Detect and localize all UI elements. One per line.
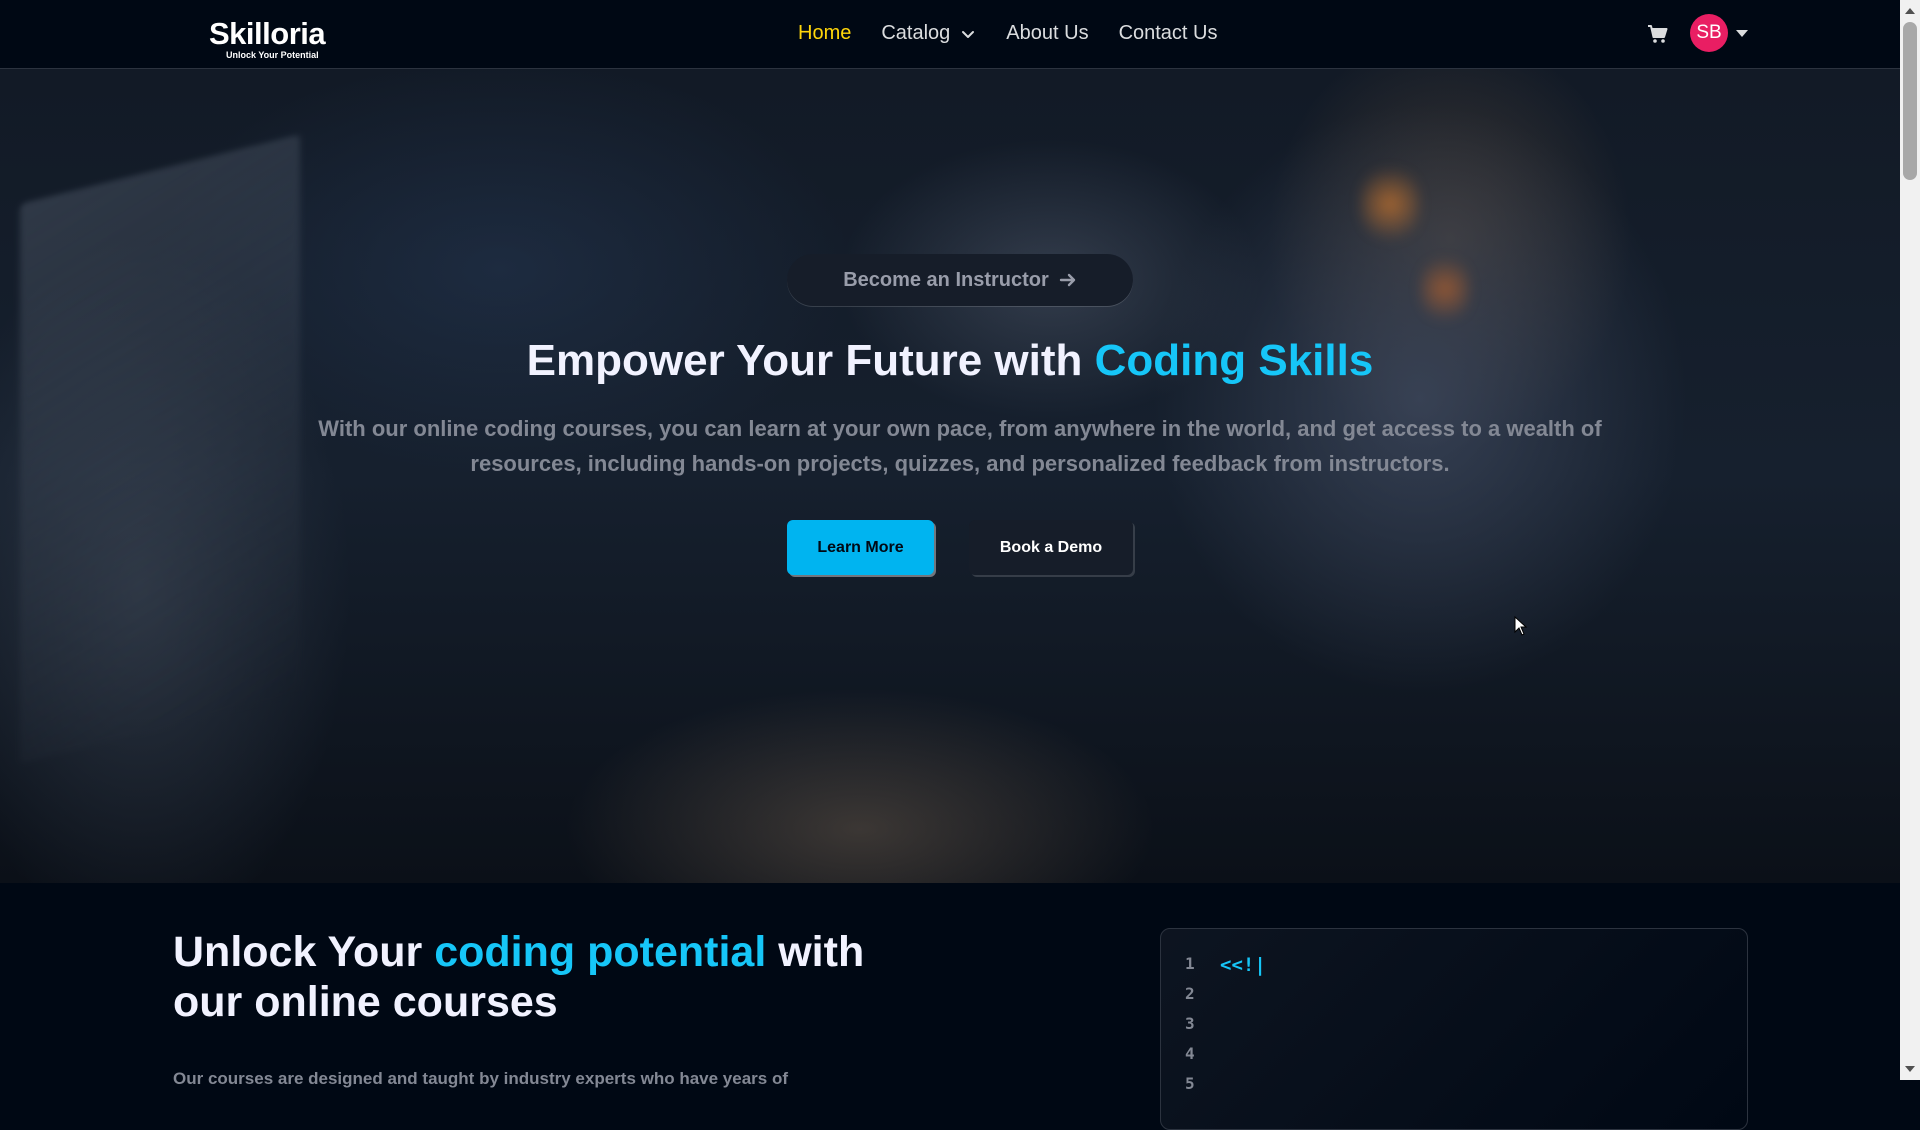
nav-actions: SB	[1646, 14, 1748, 52]
hero-section: Become an Instructor Empower Your Future…	[0, 69, 1900, 883]
hero-headline-prefix: Empower Your Future with	[526, 336, 1095, 385]
hero-content: Become an Instructor Empower Your Future…	[0, 69, 1900, 883]
chevron-down-icon	[962, 30, 975, 38]
scroll-down-icon[interactable]	[1905, 1066, 1915, 1072]
hero-headline: Empower Your Future with Coding Skills	[0, 336, 1900, 386]
scroll-up-icon[interactable]	[1905, 8, 1915, 14]
code-line-number: 4	[1185, 1044, 1195, 1063]
navbar: Skilloria Unlock Your Potential Home Cat…	[0, 0, 1900, 69]
code-line-number: 2	[1185, 984, 1195, 1003]
section-description: Our courses are designed and taught by i…	[173, 1069, 789, 1088]
main-nav: Home Catalog About Us Contact Us	[798, 22, 1248, 45]
code-typing-text: <<!|	[1220, 954, 1266, 976]
user-avatar[interactable]: SB	[1690, 14, 1728, 52]
mouse-cursor-icon	[1514, 616, 1528, 636]
brand-logo[interactable]: Skilloria Unlock Your Potential	[209, 18, 349, 62]
become-instructor-label: Become an Instructor	[843, 268, 1049, 291]
become-instructor-button[interactable]: Become an Instructor	[787, 254, 1133, 306]
section-title-prefix: Unlock Your	[173, 928, 435, 976]
nav-link-about[interactable]: About Us	[1006, 22, 1088, 45]
section-title-highlight: coding potential	[434, 928, 767, 976]
brand-tagline: Unlock Your Potential	[226, 50, 319, 60]
hero-headline-highlight: Coding Skills	[1094, 336, 1374, 385]
page-scrollbar[interactable]	[1900, 0, 1920, 1080]
arrow-right-icon	[1059, 273, 1075, 287]
caret-down-icon[interactable]	[1736, 29, 1748, 37]
nav-link-catalog[interactable]: Catalog	[881, 22, 976, 45]
learn-more-button[interactable]: Learn More	[787, 520, 934, 575]
section-title: Unlock Your coding potential with our on…	[173, 927, 933, 1027]
code-line-number: 1	[1185, 954, 1195, 973]
code-line-numbers: 1 2 3 4 5	[1185, 949, 1195, 1099]
book-demo-button[interactable]: Book a Demo	[969, 520, 1133, 575]
code-line-number: 5	[1185, 1074, 1195, 1093]
scrollbar-thumb[interactable]	[1903, 22, 1917, 180]
nav-link-catalog-label: Catalog	[881, 22, 951, 44]
nav-link-contact[interactable]: Contact Us	[1119, 22, 1218, 45]
brand-name: Skilloria	[209, 16, 326, 51]
cart-icon[interactable]	[1646, 22, 1670, 46]
hero-subtitle: With our online coding courses, you can …	[318, 416, 1602, 476]
code-block: 1 2 3 4 5 <<!|	[1160, 928, 1748, 1130]
code-line-number: 3	[1185, 1014, 1195, 1033]
nav-link-home[interactable]: Home	[798, 22, 851, 45]
coding-potential-section: Unlock Your coding potential with our on…	[0, 883, 1900, 1130]
